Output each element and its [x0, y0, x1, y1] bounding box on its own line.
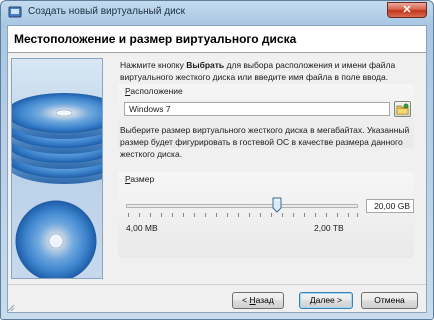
folder-icon: [396, 103, 409, 115]
size-group: Размер 20,00 GB 4,00 MB 2,00 TB: [118, 172, 414, 258]
title-bar[interactable]: Создать новый виртуальный диск ✕: [1, 1, 433, 25]
size-input[interactable]: 20,00 GB: [366, 199, 414, 213]
dialog-client-area: Местоположение и размер виртуального дис…: [7, 25, 427, 313]
back-button[interactable]: < Назад: [232, 292, 284, 309]
close-button[interactable]: ✕: [387, 2, 427, 18]
page-title: Местоположение и размер виртуального дис…: [14, 32, 297, 46]
disk-stack-image: [11, 58, 103, 279]
slider-max-label: 2,00 TB: [314, 223, 344, 233]
wizard-header: Местоположение и размер виртуального дис…: [8, 26, 426, 52]
loose-disc: [15, 200, 97, 278]
cancel-button[interactable]: Отмена: [361, 292, 418, 309]
resize-grip-icon: [7, 304, 15, 312]
disk-stack: [12, 93, 102, 184]
browse-button[interactable]: [394, 101, 411, 117]
location-label: Расположение: [125, 86, 183, 96]
size-instruction: Выберите размер виртуального жесткого ди…: [120, 125, 410, 159]
window-title: Создать новый виртуальный диск: [28, 6, 186, 17]
size-label: Размер: [125, 174, 155, 184]
choose-keyword: Выбрать: [186, 60, 225, 70]
location-input[interactable]: Windows 7: [124, 102, 390, 116]
footer-divider: [8, 284, 426, 285]
size-slider-thumb[interactable]: [272, 197, 282, 213]
dialog-window: Создать новый виртуальный диск ✕ Местопо…: [0, 0, 434, 320]
size-slider-track[interactable]: [126, 204, 358, 208]
next-button[interactable]: Далее >: [299, 292, 353, 309]
slider-min-label: 4,00 MB: [126, 223, 158, 233]
location-instruction: Нажмите кнопку Выбрать для выбора распол…: [120, 60, 396, 82]
header-divider: [8, 52, 426, 53]
slider-ticks: [128, 213, 358, 217]
virtualbox-icon: [8, 6, 22, 18]
